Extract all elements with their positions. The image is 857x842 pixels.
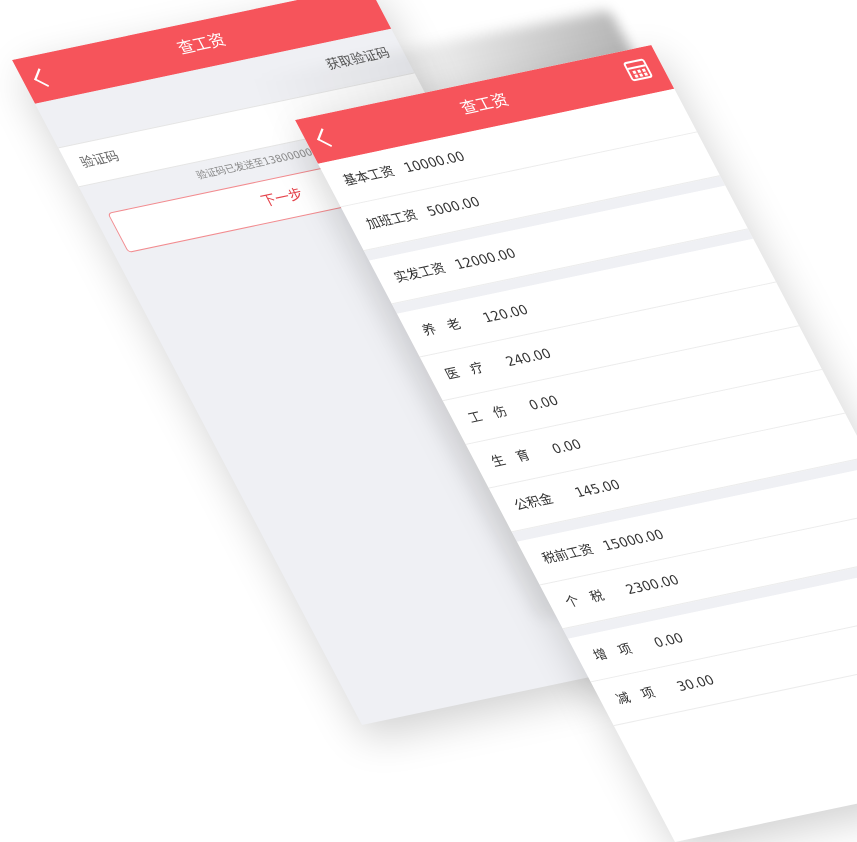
salary-item-value: 5000.00 (424, 194, 484, 220)
salary-item-value: 120.00 (480, 302, 532, 327)
salary-item-value: 145.00 (572, 477, 624, 502)
verify-code-label: 验证码 (77, 149, 123, 172)
salary-item-value: 30.00 (674, 673, 718, 695)
salary-item-value: 10000.00 (401, 149, 468, 177)
salary-item-value: 240.00 (503, 346, 555, 370)
salary-item-value: 0.00 (651, 631, 687, 652)
salary-item-value: 2300.00 (623, 572, 683, 598)
salary-item-value: 15000.00 (600, 527, 667, 555)
salary-item-label: 减 项 (613, 685, 659, 708)
salary-item-value: 12000.00 (452, 246, 519, 274)
salary-item-value: 0.00 (526, 393, 562, 414)
salary-item-value: 0.00 (549, 437, 585, 458)
